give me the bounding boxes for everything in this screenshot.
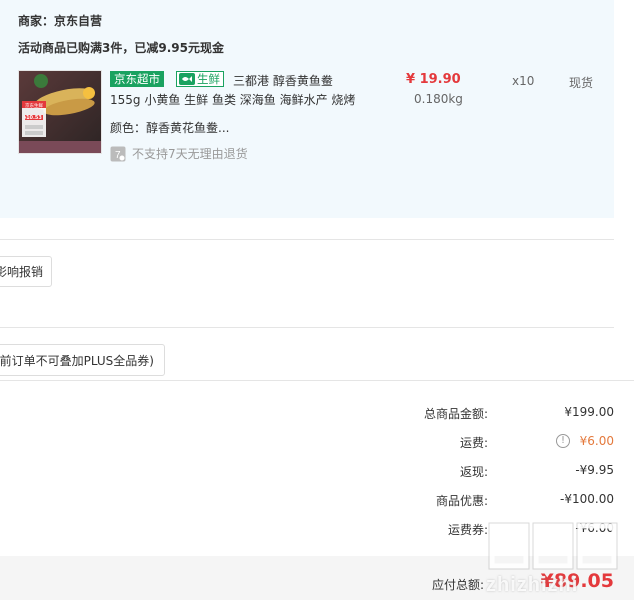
fish-product-image: 京东生鲜 10.53 ¥ — [19, 71, 101, 153]
subtotal-value: ¥199.00 — [564, 405, 614, 419]
cashback-value: -¥9.95 — [575, 463, 614, 477]
watermark-text: zhizhizhi — [486, 574, 579, 596]
product-thumbnail[interactable]: 京东生鲜 10.53 ¥ — [18, 70, 102, 154]
product-weight: 0.180kg — [414, 92, 463, 106]
coupon-button[interactable]: 前订单不可叠加PLUS全品券) — [0, 344, 165, 376]
product-quantity: x10 — [512, 74, 535, 88]
summary-row-shipping: 运费: ! ¥6.00 — [0, 434, 634, 454]
divider — [0, 327, 614, 328]
unit-price: ¥ 19.90 — [406, 72, 461, 87]
invoice-button[interactable]: 影响报销 — [0, 256, 52, 287]
order-summary: 总商品金额: ¥199.00 运费: ! ¥6.00 返现: -¥9.95 商品… — [0, 380, 634, 557]
subtotal-label: 总商品金额: — [423, 407, 488, 421]
cashback-label: 返现: — [459, 465, 488, 479]
fish-icon — [179, 73, 195, 85]
info-icon[interactable]: ! — [556, 434, 570, 448]
return-policy: 7 不支持7天无理由退货 — [110, 145, 248, 162]
promo-text: 活动商品已购满3件，已减9.95元现金 — [18, 41, 224, 55]
order-item-panel: 商家：京东自营 活动商品已购满3件，已减9.95元现金 京东生鲜 10.53 ¥ — [0, 0, 614, 218]
shipping-value: ¥6.00 — [579, 434, 614, 448]
shipping-label: 运费: — [459, 436, 488, 450]
discount-label: 商品优惠: — [435, 494, 488, 508]
total-label: 应付总额: — [431, 578, 484, 592]
divider — [0, 239, 614, 240]
stock-status: 现货 — [569, 76, 594, 90]
jd-supermarket-tag: 京东超市 — [110, 71, 164, 87]
shipping-coupon-value: -¥6.00 — [575, 521, 614, 535]
discount-value: -¥100.00 — [560, 492, 614, 506]
summary-row-discount: 商品优惠: -¥100.00 — [0, 492, 634, 512]
return-policy-text: 不支持7天无理由退货 — [132, 147, 248, 161]
product-color: 颜色：醇香黄花鱼鲞... — [110, 121, 230, 135]
thumb-price-text: 10.53 — [26, 115, 42, 121]
fresh-tag-label: 生鲜 — [197, 72, 220, 86]
product-title-line1[interactable]: 三都港 醇香黄鱼鲞 — [233, 72, 333, 89]
thumb-brand-text: 京东生鲜 — [25, 102, 43, 109]
product-title-line2[interactable]: 155g 小黄鱼 生鲜 鱼类 深海鱼 海鲜水产 烧烤 — [110, 91, 355, 108]
merchant-label: 商家：京东自营 — [18, 14, 103, 28]
summary-row-cashback: 返现: -¥9.95 — [0, 463, 634, 483]
summary-row-shipping-coupon: 运费券: -¥6.00 — [0, 521, 634, 541]
no-return-icon: 7 — [110, 146, 126, 161]
summary-row-subtotal: 总商品金额: ¥199.00 — [0, 405, 634, 425]
fresh-tag: 生鲜 — [176, 71, 224, 87]
shipping-coupon-label: 运费券: — [447, 523, 488, 537]
